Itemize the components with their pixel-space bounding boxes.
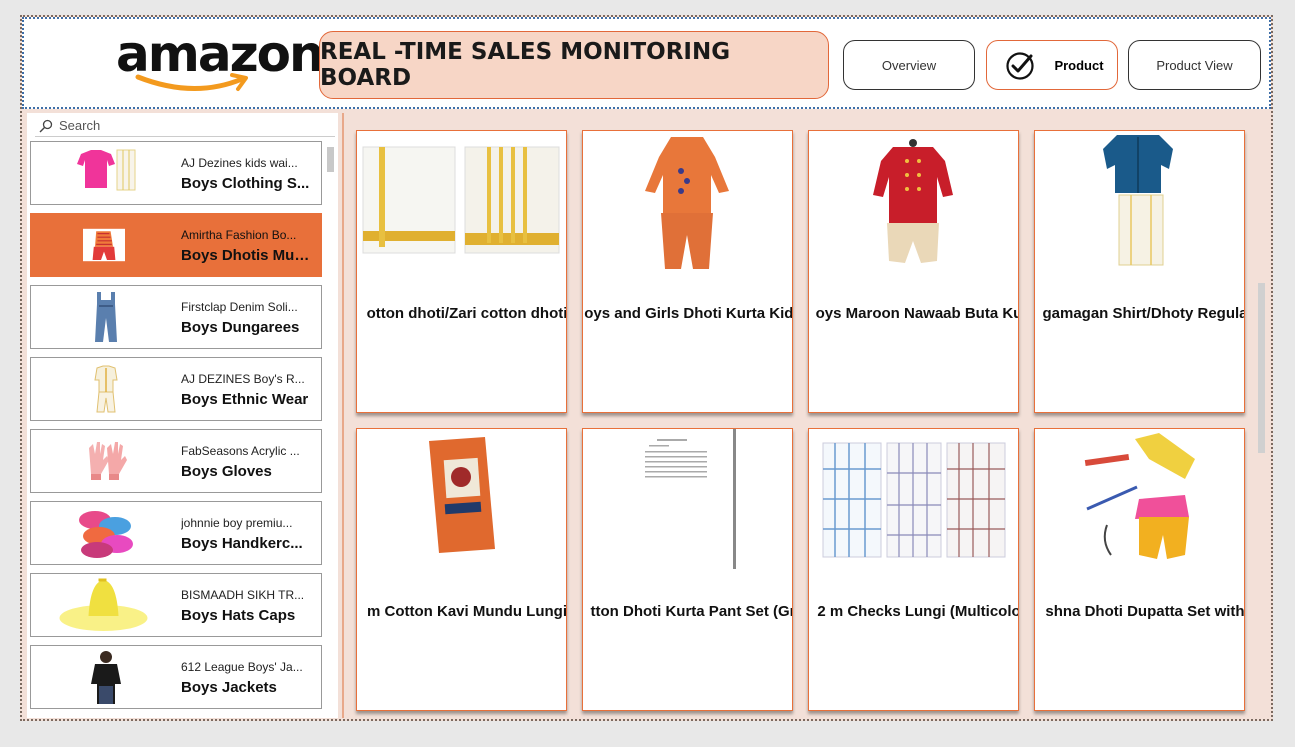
dashboard-board: amazon REAL -TIME SALES MONITORING BOARD… bbox=[20, 15, 1273, 721]
product-thumbnail bbox=[89, 442, 127, 480]
product-thumbnail bbox=[59, 578, 148, 631]
slicer-item[interactable]: AJ Dezines kids wai... Boys Clothing S..… bbox=[30, 141, 322, 205]
product-card[interactable]: tton Dhoti Kurta Pant Set (Gr bbox=[582, 428, 793, 711]
product-name: 2 m Checks Lungi (Multicolo bbox=[817, 603, 1019, 620]
check-circle-icon bbox=[1006, 52, 1034, 80]
item-subtitle: 612 League Boys' Ja... bbox=[181, 660, 303, 674]
item-category: Boys Handkerc... bbox=[181, 535, 303, 552]
product-image bbox=[645, 429, 736, 569]
product-name: gamagan Shirt/Dhoty Regula bbox=[1042, 305, 1245, 322]
product-card[interactable]: m Cotton Kavi Mundu Lungi bbox=[356, 428, 567, 711]
slicer-item[interactable]: AJ DEZINES Boy's R... Boys Ethnic Wear bbox=[30, 357, 322, 421]
product-image bbox=[429, 437, 495, 553]
product-name: m Cotton Kavi Mundu Lungi bbox=[367, 603, 567, 620]
nav-product-label: Product bbox=[1054, 57, 1104, 73]
item-subtitle: AJ Dezines kids wai... bbox=[181, 156, 298, 170]
item-category: Boys Gloves bbox=[181, 463, 272, 480]
header-bar: amazon REAL -TIME SALES MONITORING BOARD… bbox=[22, 17, 1271, 109]
item-subtitle: Firstclap Denim Soli... bbox=[181, 300, 298, 314]
product-thumbnail bbox=[91, 651, 121, 704]
product-image bbox=[873, 139, 953, 263]
product-card[interactable]: oys Maroon Nawaab Buta Ku bbox=[808, 130, 1019, 413]
item-category: Boys Dungarees bbox=[181, 319, 300, 336]
item-category: Boys Hats Caps bbox=[181, 607, 296, 624]
product-name: oys and Girls Dhoti Kurta Kids bbox=[584, 305, 793, 322]
product-card[interactable]: gamagan Shirt/Dhoty Regula bbox=[1034, 130, 1245, 413]
amazon-logo: amazon bbox=[116, 29, 325, 99]
product-card[interactable]: 2 m Checks Lungi (Multicolo bbox=[808, 428, 1019, 711]
search-icon bbox=[39, 119, 53, 132]
slicer-item[interactable]: 612 League Boys' Ja... Boys Jackets bbox=[30, 645, 322, 709]
slicer-item[interactable]: BISMAADH SIKH TR... Boys Hats Caps bbox=[30, 573, 322, 637]
product-grid: otton dhoti/Zari cotton dhoti oys and Gi… bbox=[342, 113, 1271, 718]
item-subtitle: AJ DEZINES Boy's R... bbox=[181, 372, 305, 386]
product-image bbox=[1084, 433, 1195, 559]
product-image bbox=[645, 137, 729, 269]
nav-product-view-button[interactable]: Product View bbox=[1128, 40, 1261, 90]
nav-product-button[interactable]: Product bbox=[986, 40, 1118, 90]
product-thumbnail bbox=[95, 292, 117, 342]
item-category: Boys Ethnic Wear bbox=[181, 391, 309, 408]
slicer-item[interactable]: Firstclap Denim Soli... Boys Dungarees bbox=[30, 285, 322, 349]
item-subtitle: Amirtha Fashion Bo... bbox=[181, 228, 297, 242]
product-thumbnail bbox=[77, 149, 136, 191]
smile-arrow-icon bbox=[135, 73, 248, 92]
search-box[interactable]: Search bbox=[35, 115, 335, 137]
product-card[interactable]: oys and Girls Dhoti Kurta Kids bbox=[582, 130, 793, 413]
item-category: Boys Dhotis Mundus bbox=[181, 247, 317, 264]
search-input[interactable]: Search bbox=[59, 118, 100, 133]
product-slicer-panel: Search AJ Dezines kids wai... Boys Cloth… bbox=[27, 113, 338, 718]
product-thumbnail bbox=[83, 228, 125, 262]
item-subtitle: johnnie boy premiu... bbox=[181, 516, 293, 530]
product-image bbox=[362, 146, 560, 254]
product-image bbox=[822, 442, 1006, 558]
slicer-item[interactable]: FabSeasons Acrylic ... Boys Gloves bbox=[30, 429, 322, 493]
slicer-item-selected[interactable]: Amirtha Fashion Bo... Boys Dhotis Mundus bbox=[30, 213, 322, 277]
slicer-item[interactable]: johnnie boy premiu... Boys Handkerc... bbox=[30, 501, 322, 565]
product-name: oys Maroon Nawaab Buta Ku bbox=[815, 305, 1019, 322]
slicer-scrollbar[interactable] bbox=[327, 147, 334, 172]
product-card[interactable]: otton dhoti/Zari cotton dhoti bbox=[356, 130, 567, 413]
product-thumbnail bbox=[94, 365, 118, 413]
item-subtitle: BISMAADH SIKH TR... bbox=[181, 588, 305, 602]
product-image bbox=[1103, 135, 1173, 266]
product-thumbnail bbox=[79, 511, 133, 558]
item-subtitle: FabSeasons Acrylic ... bbox=[181, 444, 300, 458]
nav-product-view-label: Product View bbox=[1156, 57, 1233, 73]
item-category: Boys Clothing S... bbox=[181, 175, 310, 192]
item-category: Boys Jackets bbox=[181, 679, 277, 696]
nav-overview-button[interactable]: Overview bbox=[843, 40, 975, 90]
product-name: otton dhoti/Zari cotton dhoti bbox=[366, 305, 567, 322]
nav-overview-label: Overview bbox=[881, 57, 937, 73]
board-title: REAL -TIME SALES MONITORING BOARD bbox=[319, 31, 829, 99]
logo-text: amazon bbox=[116, 25, 325, 83]
grid-scrollbar[interactable] bbox=[1258, 283, 1265, 453]
product-card[interactable]: shna Dhoti Dupatta Set with bbox=[1034, 428, 1245, 711]
product-name: tton Dhoti Kurta Pant Set (Gr bbox=[590, 603, 793, 620]
product-name: shna Dhoti Dupatta Set with bbox=[1045, 603, 1245, 620]
